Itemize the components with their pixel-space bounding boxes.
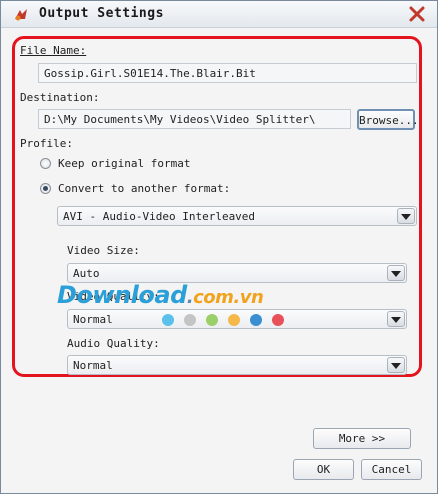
format-select-value: AVI - Audio-Video Interleaved bbox=[63, 210, 256, 223]
convert-format-label[interactable]: Convert to another format: bbox=[58, 182, 230, 195]
watermark-dot bbox=[250, 314, 262, 326]
watermark-dot bbox=[184, 314, 196, 326]
watermark-dot bbox=[162, 314, 174, 326]
chevron-down-icon[interactable] bbox=[387, 311, 405, 327]
more-button[interactable]: More >> bbox=[313, 428, 411, 449]
close-icon[interactable] bbox=[407, 4, 427, 24]
cancel-button[interactable]: Cancel bbox=[361, 459, 422, 480]
convert-format-radio[interactable] bbox=[40, 183, 51, 194]
audio-quality-label: Audio Quality: bbox=[67, 337, 160, 350]
file-name-label: File Name: bbox=[20, 44, 87, 57]
profile-label: Profile: bbox=[20, 137, 73, 150]
video-size-value: Auto bbox=[73, 267, 100, 280]
destination-label: Destination: bbox=[20, 91, 100, 104]
ok-button[interactable]: OK bbox=[293, 459, 354, 480]
watermark-dot bbox=[206, 314, 218, 326]
watermark-dot bbox=[272, 314, 284, 326]
app-icon bbox=[15, 9, 27, 21]
watermark-dot bbox=[228, 314, 240, 326]
destination-field[interactable]: D:\My Documents\My Videos\Video Splitter… bbox=[38, 109, 351, 129]
chevron-down-icon[interactable] bbox=[397, 208, 415, 224]
chevron-down-icon[interactable] bbox=[387, 357, 405, 373]
format-select[interactable]: AVI - Audio-Video Interleaved bbox=[57, 206, 417, 226]
chevron-down-icon[interactable] bbox=[387, 265, 405, 281]
browse-button[interactable]: Browse... bbox=[357, 109, 419, 130]
file-name-field[interactable]: Gossip.Girl.S01E14.The.Blair.Bit bbox=[38, 63, 417, 83]
video-quality-value: Normal bbox=[73, 313, 113, 326]
window-title: Output Settings bbox=[39, 6, 164, 21]
video-size-label: Video Size: bbox=[67, 244, 140, 257]
title-bar: Output Settings bbox=[1, 1, 437, 28]
keep-original-label[interactable]: Keep original format bbox=[58, 157, 190, 170]
keep-original-radio[interactable] bbox=[40, 158, 51, 169]
audio-quality-value: Normal bbox=[73, 359, 113, 372]
output-settings-dialog: Output Settings File Name: Gossip.Girl.S… bbox=[0, 0, 438, 494]
audio-quality-select[interactable]: Normal bbox=[67, 355, 407, 375]
watermark-logo: Download.com.vn bbox=[57, 281, 264, 309]
video-size-select[interactable]: Auto bbox=[67, 263, 407, 283]
